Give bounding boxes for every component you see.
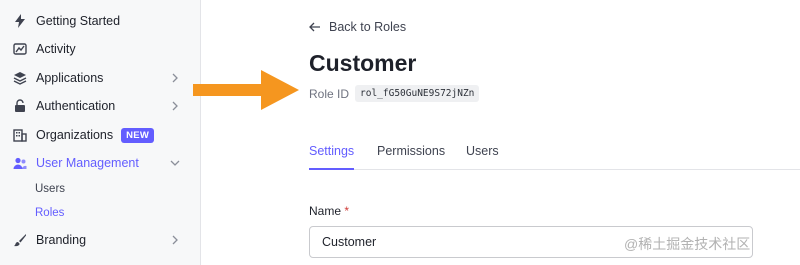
role-id: Role ID rol_fG50GuNE9S72jNZn <box>309 85 480 102</box>
tab-settings[interactable]: Settings <box>309 144 355 170</box>
tab-permissions[interactable]: Permissions <box>377 144 445 170</box>
sidebar-item-label: Getting Started <box>36 14 121 28</box>
required-mark: * <box>344 204 350 218</box>
chevron-right-icon <box>172 101 178 111</box>
sidebar-item-label: Organizations <box>36 128 114 142</box>
name-label-text: Name <box>309 204 342 218</box>
sidebar-item-branding[interactable]: Branding <box>0 226 201 254</box>
role-id-value: rol_fG50GuNE9S72jNZn <box>355 85 480 102</box>
role-id-label: Role ID <box>309 86 350 101</box>
back-link-label: Back to Roles <box>329 20 407 34</box>
new-badge: NEW <box>121 127 155 143</box>
back-to-roles-link[interactable]: Back to Roles <box>309 20 406 34</box>
sidebar-item-label: Activity <box>36 42 76 56</box>
sidebar-item-user-management[interactable]: User Management <box>0 149 201 177</box>
page-title: Customer <box>309 50 417 76</box>
sidebar-item-activity[interactable]: Activity <box>0 35 201 63</box>
annotation-arrow <box>193 70 299 110</box>
main-content: Back to Roles Customer Role ID rol_fG50G… <box>202 0 800 265</box>
chevron-right-icon <box>172 73 178 83</box>
sidebar-subitem-users[interactable]: Users <box>35 183 65 195</box>
arrow-left-icon <box>309 22 320 32</box>
sidebar-item-label: User Management <box>36 156 139 170</box>
tab-users[interactable]: Users <box>466 144 499 170</box>
watermark: @稀土掘金技术社区 <box>624 234 750 254</box>
users-icon <box>12 155 28 171</box>
sidebar-item-label: Applications <box>36 71 104 85</box>
tab-bar: Settings Permissions Users <box>309 136 800 170</box>
name-field-label: Name * <box>309 204 349 218</box>
sidebar-item-applications[interactable]: Applications <box>0 64 201 92</box>
lightning-icon <box>12 13 28 29</box>
layers-icon <box>12 70 28 86</box>
sidebar-item-authentication[interactable]: Authentication <box>0 92 201 120</box>
lock-icon <box>12 98 28 114</box>
sidebar: Getting Started Activity Applications Au… <box>0 0 201 265</box>
watermark-text: @稀土掘金技术社区 <box>624 236 751 252</box>
sidebar-item-getting-started[interactable]: Getting Started <box>0 7 201 35</box>
chart-icon <box>12 41 28 57</box>
building-icon <box>12 127 28 143</box>
brush-icon <box>12 232 28 248</box>
sidebar-subitem-roles[interactable]: Roles <box>35 207 64 219</box>
chevron-right-icon <box>172 235 178 245</box>
chevron-down-icon <box>170 160 180 166</box>
sidebar-item-organizations[interactable]: Organizations NEW <box>0 121 201 149</box>
sidebar-item-label: Authentication <box>36 99 116 113</box>
sidebar-item-label: Branding <box>36 233 87 247</box>
